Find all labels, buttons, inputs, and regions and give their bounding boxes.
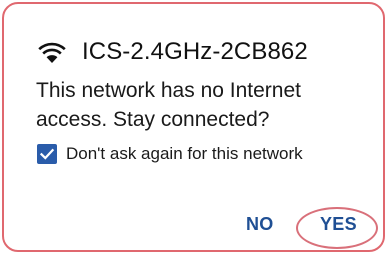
dont-ask-again-checkbox[interactable] [37, 144, 57, 164]
no-button[interactable]: NO [246, 214, 274, 235]
dialog-title-row: ICS-2.4GHz-2CB862 [36, 34, 308, 70]
dialog-actions: NO YES [0, 204, 383, 254]
yes-button[interactable]: YES [320, 214, 357, 235]
dont-ask-again-row[interactable]: Don't ask again for this network [37, 144, 303, 164]
wifi-icon [38, 42, 66, 63]
network-dialog: ICS-2.4GHz-2CB862 This network has no In… [2, 2, 385, 252]
dialog-message: This network has no Internet access. Sta… [36, 79, 301, 131]
network-name: ICS-2.4GHz-2CB862 [82, 38, 308, 65]
checkmark-icon [39, 148, 55, 160]
dont-ask-again-label: Don't ask again for this network [66, 144, 303, 163]
